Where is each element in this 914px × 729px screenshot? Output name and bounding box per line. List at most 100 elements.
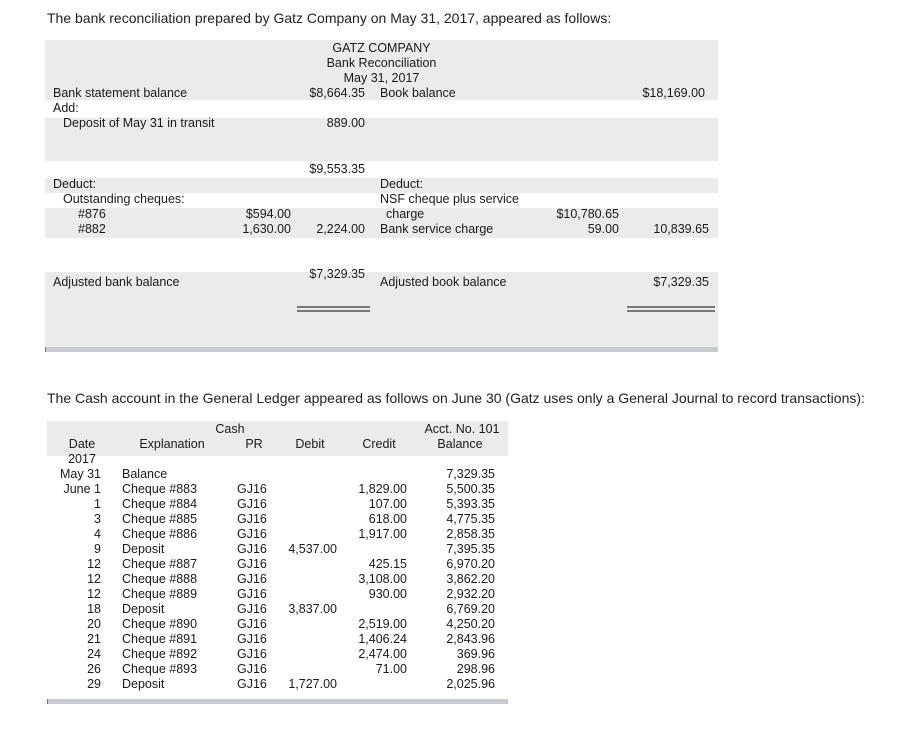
statement-title: Bank Reconciliation [326, 56, 437, 70]
ledger-account-number: Acct. No. 101 [424, 422, 500, 436]
cell-explanation: Cheque #889 [122, 587, 198, 601]
cell-credit: 1,829.00 [358, 482, 407, 496]
cell-explanation: Cheque #888 [122, 572, 198, 586]
cell-credit: 107.00 [368, 497, 407, 511]
cell-date: 1 [94, 497, 101, 511]
col-header-balance: Balance [437, 437, 483, 451]
cell-debit: 1,727.00 [288, 677, 337, 691]
book-deductions-total: 10,839.65 [653, 222, 709, 236]
cell-explanation: Cheque #891 [122, 632, 198, 646]
outstanding-cheques-label: Outstanding cheques: [63, 192, 185, 206]
book-balance-label: Book balance [380, 86, 456, 100]
deduct-label-book: Deduct: [380, 177, 424, 191]
cell-date: 26 [87, 662, 101, 676]
cell-credit: 3,108.00 [358, 572, 407, 586]
deposit-in-transit-label: Deposit of May 31 in transit [63, 116, 215, 130]
cell-balance: 2,025.96 [446, 677, 495, 691]
adjusted-book-balance-label: Adjusted book balance [380, 275, 507, 289]
cheque-876-label: #876 [78, 207, 106, 221]
cell-explanation: Cheque #893 [122, 662, 198, 676]
adjusted-book-balance-amount: $7,329.35 [653, 275, 709, 289]
cell-date: 9 [94, 542, 101, 556]
cell-explanation: Deposit [122, 542, 165, 556]
bank-statement-balance-label: Bank statement balance [53, 86, 188, 100]
cash-ledger: Cash Acct. No. 101 Date Explanation PR D… [47, 421, 508, 706]
cell-balance: 4,775.35 [446, 512, 495, 526]
cell-date: 21 [87, 632, 101, 646]
double-underline-bank [297, 306, 370, 312]
cell-pr: GJ16 [237, 572, 267, 586]
cell-date: 29 [87, 677, 101, 691]
cell-pr: GJ16 [237, 557, 267, 571]
col-header-pr: PR [245, 437, 263, 451]
double-underline-book [627, 306, 715, 312]
intro-text-ledger: The Cash account in the General Ledger a… [47, 390, 865, 406]
deduct-label-bank: Deduct: [53, 177, 97, 191]
ledger-scrollbar[interactable] [47, 699, 508, 704]
cell-explanation: Deposit [122, 677, 165, 691]
cell-balance: 5,393.35 [446, 497, 495, 511]
cell-explanation: Cheque #887 [122, 557, 198, 571]
nsf-cheque-label-cont: charge [386, 207, 425, 221]
intro-text-reconciliation: The bank reconciliation prepared by Gatz… [47, 10, 612, 26]
nsf-cheque-label: NSF cheque plus service [380, 192, 519, 206]
cell-pr: GJ16 [237, 482, 267, 496]
cell-pr: GJ16 [237, 632, 267, 646]
cell-credit: 1,917.00 [358, 527, 407, 541]
cell-pr: GJ16 [237, 662, 267, 676]
bank-service-charge-amount: 59.00 [587, 222, 619, 236]
cell-credit: 930.00 [368, 587, 407, 601]
cell-explanation: Cheque #883 [122, 482, 198, 496]
cell-explanation: Cheque #892 [122, 647, 198, 661]
col-header-debit: Debit [295, 437, 325, 451]
cell-explanation: Deposit [122, 602, 165, 616]
outstanding-cheques-total: 2,224.00 [316, 222, 365, 236]
bank-reconciliation: GATZ COMPANY Bank Reconciliation May 31,… [45, 40, 718, 353]
cell-pr: GJ16 [237, 647, 267, 661]
cell-balance: 369.96 [456, 647, 495, 661]
cell-pr: GJ16 [237, 617, 267, 631]
cell-credit: 425.15 [368, 557, 407, 571]
cell-balance: 298.96 [456, 662, 495, 676]
cell-pr: GJ16 [237, 512, 267, 526]
rec-band [45, 133, 718, 161]
col-header-credit: Credit [362, 437, 396, 451]
reconciliation-scrollbar[interactable] [45, 347, 718, 352]
bank-statement-balance-amount: $8,664.35 [309, 86, 365, 100]
cell-balance: 4,250.20 [446, 617, 495, 631]
cell-date: 12 [87, 587, 101, 601]
deposit-in-transit-amount: 889.00 [326, 116, 365, 130]
cell-credit: 1,406.24 [358, 632, 407, 646]
cell-balance: 7,329.35 [446, 467, 495, 481]
cell-explanation: Cheque #885 [122, 512, 198, 526]
adjusted-bank-balance-amount: $7,329.35 [309, 267, 365, 281]
cell-balance: 2,858.35 [446, 527, 495, 541]
ledger-account-title: Cash [215, 422, 245, 436]
adjusted-bank-balance-label: Adjusted bank balance [53, 275, 180, 289]
cell-explanation: Cheque #884 [122, 497, 198, 511]
cell-date: 4 [94, 527, 101, 541]
nsf-cheque-amount: $10,780.65 [556, 207, 619, 221]
cell-balance: 2,932.20 [446, 587, 495, 601]
bank-subtotal: $9,553.35 [309, 162, 365, 176]
cheque-882-label: #882 [78, 222, 106, 236]
add-label: Add: [53, 101, 79, 115]
cell-date: June 1 [63, 482, 101, 496]
cell-pr: GJ16 [237, 497, 267, 511]
cell-credit: 2,519.00 [358, 617, 407, 631]
book-balance-amount: $18,169.00 [642, 86, 705, 100]
cell-credit: 618.00 [368, 512, 407, 526]
cell-balance: 6,970.20 [446, 557, 495, 571]
cell-date: 12 [87, 572, 101, 586]
cell-balance: 3,862.20 [446, 572, 495, 586]
cell-balance: 5,500.35 [446, 482, 495, 496]
cell-date: 12 [87, 557, 101, 571]
company-name: GATZ COMPANY [332, 41, 431, 55]
cell-credit: 71.00 [375, 662, 407, 676]
cell-date: 20 [87, 617, 101, 631]
cell-balance: 2,843.96 [446, 632, 495, 646]
cell-credit: 2,474.00 [358, 647, 407, 661]
col-header-date: Date [68, 437, 96, 451]
ledger-year: 2017 [68, 452, 96, 466]
col-header-explanation: Explanation [139, 437, 205, 451]
